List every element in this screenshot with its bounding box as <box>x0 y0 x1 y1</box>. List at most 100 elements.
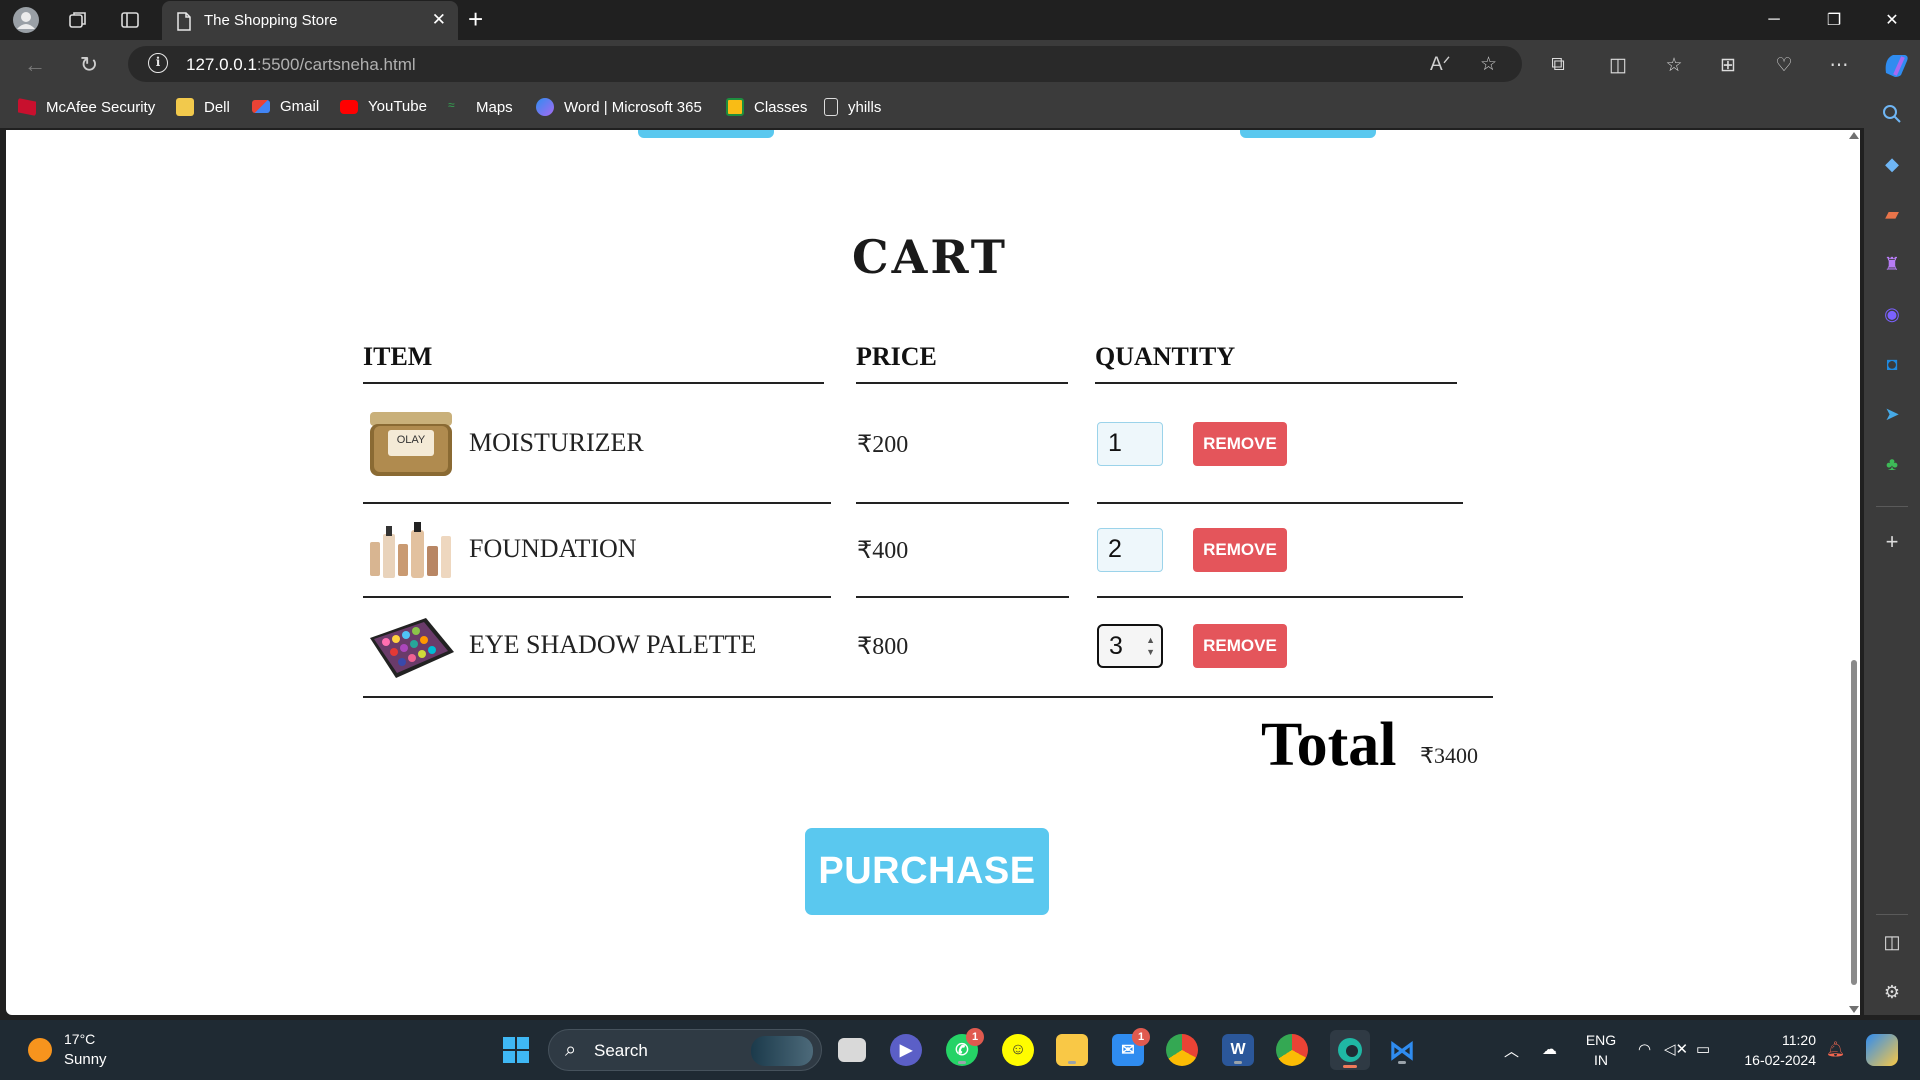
maps-icon: ≈ <box>448 98 455 112</box>
weather-temp[interactable]: 17°C <box>64 1031 95 1047</box>
quantity-input[interactable]: 2 <box>1097 528 1163 572</box>
weather-desc[interactable]: Sunny <box>64 1051 107 1068</box>
scroll-down-icon[interactable] <box>1849 1006 1859 1013</box>
games-icon[interactable]: ♜ <box>1880 252 1904 276</box>
bookmark-maps[interactable]: ≈ Maps <box>448 98 513 116</box>
bookmark-label: Dell <box>204 98 230 116</box>
total-value: ₹3400 <box>1420 743 1478 768</box>
bookmark-label: McAfee Security <box>46 98 156 116</box>
back-icon[interactable]: ← <box>20 50 50 80</box>
mail-icon[interactable]: ✉ 1 <box>1112 1028 1150 1066</box>
profile-icon[interactable] <box>12 6 40 34</box>
file-explorer-icon[interactable] <box>1056 1034 1088 1066</box>
add-icon[interactable]: + <box>1880 529 1904 554</box>
restore-icon[interactable]: ❐ <box>1806 0 1862 40</box>
address-bar[interactable]: i 127.0.0.1:5500/cartsneha.html A͏ᐟ ☆ <box>128 46 1522 82</box>
sun-icon[interactable] <box>28 1038 52 1062</box>
bookmark-dell[interactable]: Dell <box>176 98 230 116</box>
chevron-up-icon[interactable]: ︿ <box>1504 1040 1519 1061</box>
bookmark-classes[interactable]: Classes <box>726 98 807 116</box>
copilot-icon[interactable] <box>1880 50 1912 80</box>
item-name: EYE SHADOW PALETTE <box>469 630 757 659</box>
chrome-icon[interactable] <box>1166 1034 1198 1066</box>
remove-button[interactable]: REMOVE <box>1193 528 1287 572</box>
site-info-icon[interactable]: i <box>148 53 168 73</box>
m365-icon[interactable]: ◉ <box>1880 302 1904 326</box>
page-scrollbar[interactable] <box>1848 130 1860 1015</box>
favorites-icon[interactable]: ☆ <box>1661 52 1687 78</box>
scroll-thumb[interactable] <box>1851 660 1857 985</box>
start-windows-icon[interactable] <box>500 1034 532 1066</box>
remove-button[interactable]: REMOVE <box>1193 624 1287 668</box>
shopping-tag-icon[interactable]: ◆ <box>1880 152 1904 176</box>
remove-button[interactable]: REMOVE <box>1193 422 1287 466</box>
split-screen-icon[interactable]: ◫ <box>1605 52 1631 78</box>
quantity-input[interactable]: 1 <box>1097 422 1163 466</box>
favorite-star-icon[interactable]: ☆ <box>1480 53 1497 76</box>
snapchat-icon[interactable]: ☺ <box>1002 1034 1034 1066</box>
url-text[interactable]: 127.0.0.1:5500/cartsneha.html <box>186 55 416 75</box>
bookmark-youtube[interactable]: YouTube <box>340 98 427 115</box>
notification-bell-icon[interactable]: 🔔︎ <box>1826 1040 1845 1058</box>
bookmark-label: yhills <box>848 98 882 116</box>
language-indicator[interactable]: ENG IN <box>1584 1030 1618 1070</box>
outlook-icon[interactable]: ◘ <box>1880 352 1904 376</box>
top-nav-button[interactable] <box>638 130 774 138</box>
quantity-input[interactable]: 3 ▲ ▼ <box>1097 624 1163 668</box>
task-view-icon[interactable] <box>838 1038 866 1062</box>
bookmark-label: Word | Microsoft 365 <box>564 98 702 116</box>
tree-icon[interactable]: ♣ <box>1880 452 1904 476</box>
quantity-value: 3 <box>1109 632 1123 660</box>
foundation-image <box>366 516 456 592</box>
spinner-arrows-icon[interactable]: ▲ ▼ <box>1146 634 1155 658</box>
workspaces-icon[interactable] <box>64 6 92 34</box>
settings-gear-icon[interactable]: ⚙ <box>1880 980 1904 1004</box>
more-menu-icon[interactable]: ⋯ <box>1826 52 1852 78</box>
wifi-icon[interactable]: ◠ <box>1638 1040 1651 1058</box>
clock[interactable]: 11:20 16-02-2024 <box>1738 1030 1816 1070</box>
purchase-button[interactable]: PURCHASE <box>805 828 1049 915</box>
battery-icon[interactable]: ▭ <box>1696 1040 1710 1058</box>
volume-muted-icon[interactable]: ◁✕ <box>1664 1040 1688 1058</box>
extensions-icon[interactable]: ⧉ <box>1545 52 1571 78</box>
refresh-icon[interactable]: ↻ <box>74 50 104 80</box>
close-window-icon[interactable]: ✕ <box>1864 0 1920 40</box>
total-label: Total <box>1261 711 1397 779</box>
whatsapp-icon[interactable]: ✆ 1 <box>946 1028 984 1066</box>
bookmark-mcafee[interactable]: McAfee Security <box>18 98 155 116</box>
page-viewport: CART ITEM PRICE QUANTITY OLAY MOISTURIZE… <box>6 130 1854 1015</box>
active-tab[interactable]: The Shopping Store ✕ <box>162 1 458 40</box>
vscode-icon[interactable]: ⋈ <box>1386 1034 1418 1066</box>
bookmark-gmail[interactable]: Gmail <box>252 98 319 115</box>
bookmark-label: YouTube <box>368 98 427 115</box>
onedrive-cloud-icon[interactable]: ☁ <box>1542 1040 1557 1058</box>
performance-icon[interactable]: ♡ <box>1771 52 1797 78</box>
scroll-up-icon[interactable] <box>1849 132 1859 139</box>
bookmark-yhills[interactable]: yhills <box>824 98 881 116</box>
close-tab-icon[interactable]: ✕ <box>432 10 446 30</box>
classroom-icon <box>726 98 744 116</box>
chrome-icon[interactable] <box>1276 1034 1308 1066</box>
new-tab-icon[interactable]: + <box>468 4 483 35</box>
read-aloud-icon[interactable]: A͏ᐟ <box>1430 53 1451 76</box>
copilot-taskbar-icon[interactable] <box>1866 1034 1898 1066</box>
edge-icon[interactable] <box>1330 1030 1370 1070</box>
header-item: ITEM <box>363 342 433 371</box>
collections-icon[interactable]: ⊞ <box>1715 52 1741 78</box>
notification-badge: 1 <box>1132 1028 1150 1046</box>
top-nav-button[interactable] <box>1240 130 1376 138</box>
teams-meet-icon[interactable]: ▶ <box>890 1034 922 1066</box>
hide-sidebar-icon[interactable]: ◫ <box>1880 930 1904 954</box>
bookmark-label: Maps <box>476 98 513 116</box>
tools-briefcase-icon[interactable]: ▰ <box>1880 202 1904 226</box>
word-icon[interactable]: W <box>1222 1034 1254 1066</box>
search-highlight-image <box>751 1036 813 1066</box>
search-label: Search <box>594 1041 648 1060</box>
taskbar-search[interactable]: ⌕ Search <box>548 1029 822 1071</box>
send-icon[interactable]: ➤ <box>1880 402 1904 426</box>
bookmark-word[interactable]: Word | Microsoft 365 <box>536 98 702 116</box>
minimize-icon[interactable]: ─ <box>1746 0 1802 40</box>
search-icon[interactable] <box>1880 102 1904 126</box>
tab-actions-icon[interactable] <box>116 6 144 34</box>
bookmarks-bar: McAfee Security Dell Gmail YouTube ≈ Map… <box>0 88 1920 128</box>
